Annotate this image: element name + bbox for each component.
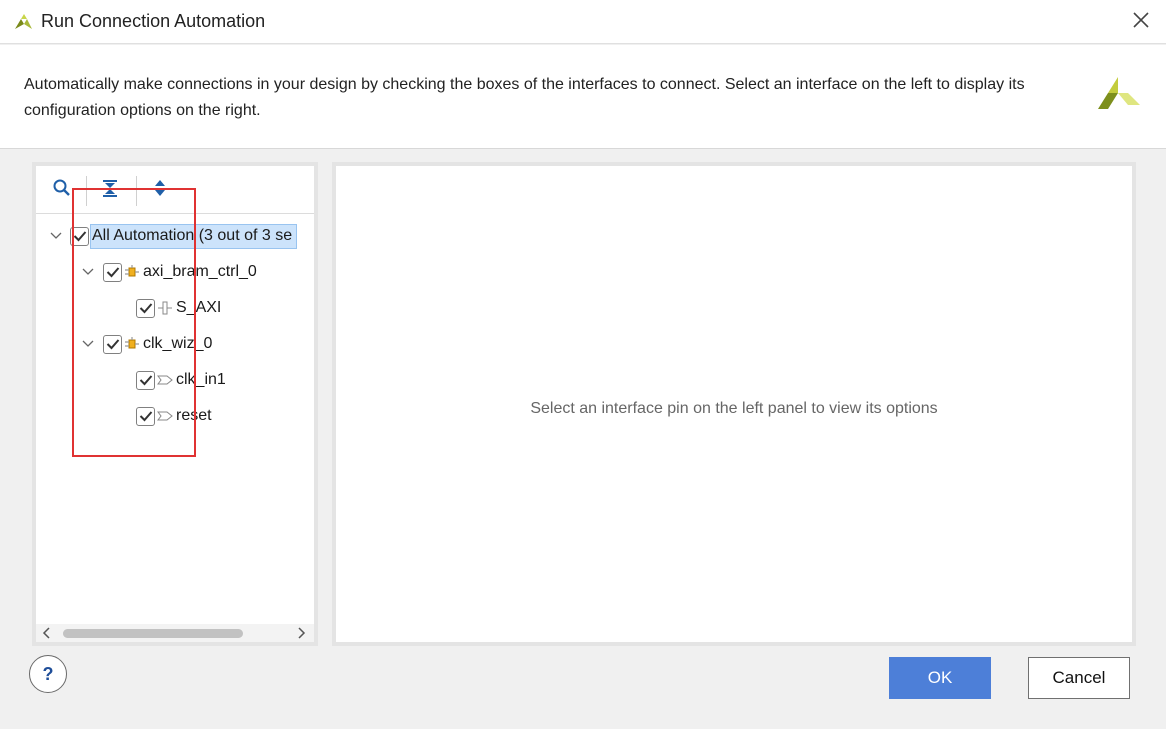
- tree-item-s-axi[interactable]: S_AXI: [136, 292, 221, 324]
- options-placeholder-message: Select an interface pin on the left pane…: [530, 400, 938, 417]
- tree-item-reset[interactable]: reset: [136, 400, 212, 432]
- help-button[interactable]: ?: [29, 655, 67, 693]
- scroll-left-icon[interactable]: [40, 627, 52, 639]
- checkmark-icon: [106, 339, 119, 350]
- close-button[interactable]: [1122, 6, 1160, 38]
- close-icon: [1132, 11, 1150, 34]
- toolbar-separator: [86, 176, 87, 206]
- description-text: Automatically make connections in your d…: [24, 76, 1025, 119]
- window-title: Run Connection Automation: [41, 11, 266, 31]
- checkmark-icon: [139, 411, 152, 422]
- options-panel: Select an interface pin on the left pane…: [332, 162, 1136, 646]
- tree-root[interactable]: All Automation (3 out of 3 se: [48, 220, 298, 252]
- checkmark-icon: [139, 303, 152, 314]
- tree-item-axi-bram-ctrl[interactable]: axi_bram_ctrl_0: [80, 256, 257, 288]
- scrollbar-thumb[interactable]: [63, 629, 243, 638]
- collapse-all-button[interactable]: [98, 178, 122, 202]
- reset-label: reset: [176, 407, 212, 424]
- search-button[interactable]: [50, 178, 74, 202]
- ok-button[interactable]: OK: [889, 657, 991, 699]
- clk-wiz-label: clk_wiz_0: [143, 335, 213, 352]
- vivado-logo-icon: [12, 11, 34, 33]
- chevron-down-icon[interactable]: [80, 264, 96, 280]
- description-area: Automatically make connections in your d…: [0, 45, 1166, 149]
- checkbox-axi-bram-ctrl[interactable]: [103, 262, 122, 282]
- tree-item-clk-wiz[interactable]: clk_wiz_0: [80, 328, 212, 360]
- expand-all-icon: [151, 178, 169, 203]
- expand-all-button[interactable]: [148, 178, 172, 202]
- chevron-down-icon[interactable]: [80, 336, 96, 352]
- clk-in1-label: clk_in1: [176, 371, 226, 388]
- checkbox-all-automation[interactable]: [70, 226, 89, 246]
- horizontal-scrollbar[interactable]: [36, 624, 314, 642]
- pin-icon: [157, 371, 173, 389]
- cancel-button[interactable]: Cancel: [1028, 657, 1130, 699]
- ip-block-icon: [124, 335, 140, 353]
- bus-interface-icon: [157, 299, 173, 317]
- tree-toolbar: [36, 166, 314, 214]
- toolbar-separator: [136, 176, 137, 206]
- automation-tree-panel: All Automation (3 out of 3 se axi_bram_c…: [32, 162, 318, 646]
- xilinx-logo-icon: [1094, 71, 1142, 117]
- ip-block-icon: [124, 263, 140, 281]
- checkmark-icon: [106, 267, 119, 278]
- checkbox-clk-wiz[interactable]: [103, 334, 122, 354]
- search-icon: [52, 178, 72, 203]
- title-bar: Run Connection Automation: [0, 0, 1166, 44]
- automation-tree: All Automation (3 out of 3 se axi_bram_c…: [36, 218, 314, 624]
- checkbox-clk-in1[interactable]: [136, 370, 155, 390]
- scroll-right-icon[interactable]: [296, 627, 308, 639]
- checkmark-icon: [139, 375, 152, 386]
- axi-bram-ctrl-label: axi_bram_ctrl_0: [143, 263, 257, 280]
- checkmark-icon: [73, 231, 86, 242]
- checkbox-reset[interactable]: [136, 406, 155, 426]
- chevron-down-icon[interactable]: [48, 228, 64, 244]
- collapse-all-icon: [101, 178, 119, 203]
- checkbox-s-axi[interactable]: [136, 298, 155, 318]
- all-automation-label[interactable]: All Automation (3 out of 3 se: [90, 223, 298, 249]
- pin-icon: [157, 407, 173, 425]
- s-axi-label: S_AXI: [176, 299, 222, 316]
- tree-item-clk-in1[interactable]: clk_in1: [136, 364, 226, 396]
